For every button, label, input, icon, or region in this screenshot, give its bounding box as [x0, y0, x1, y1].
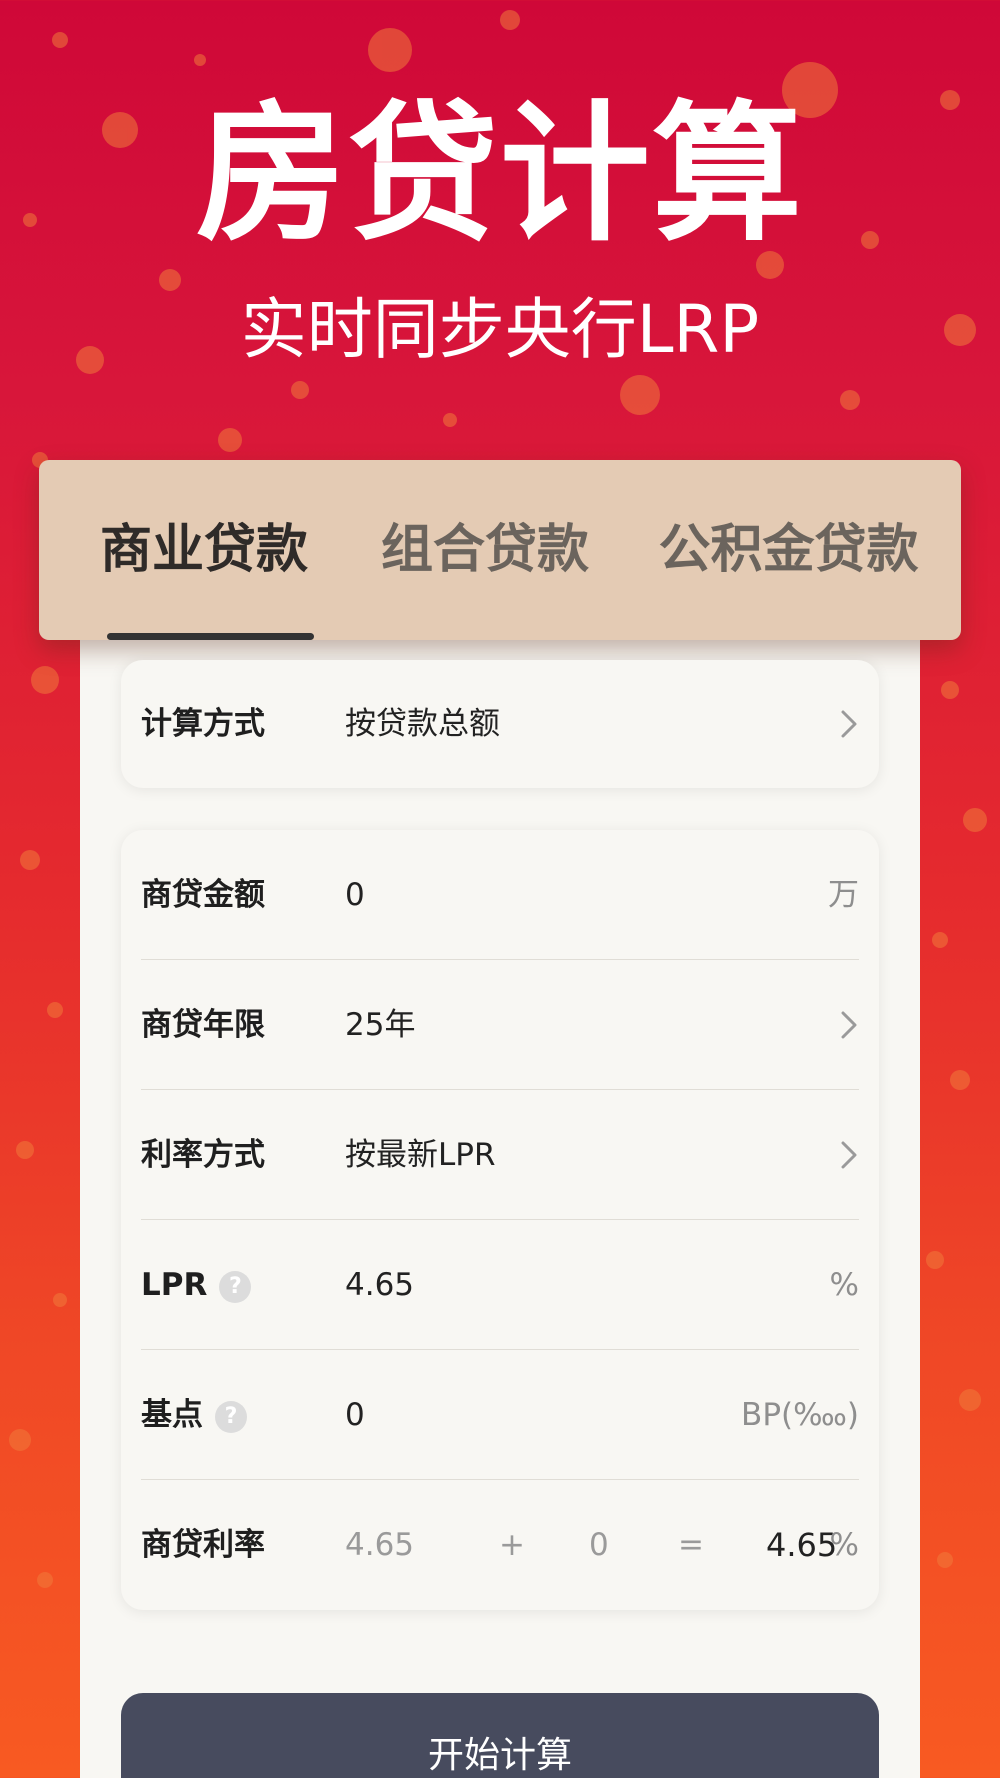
- rate-row: 商贷利率 4.65 + 0 = 4.65 %: [141, 1480, 859, 1610]
- rate-unit: %: [829, 1527, 859, 1563]
- rate-equals-sign: =: [678, 1527, 704, 1563]
- question-icon[interactable]: ?: [219, 1270, 252, 1303]
- hero-subtitle: 实时同步央行LRP: [240, 291, 760, 368]
- tab-provident-fund-loan[interactable]: 公积金贷款: [656, 460, 921, 640]
- term-value: 25年: [345, 1007, 416, 1043]
- lpr-row: LPR? 4.65 %: [141, 1220, 859, 1350]
- term-label: 商贷年限: [141, 1007, 265, 1043]
- tab-commercial-loan[interactable]: 商业贷款: [99, 460, 309, 640]
- calc-method-section: 计算方式 按贷款总额: [121, 660, 879, 788]
- rate-plus-sign: +: [499, 1527, 525, 1563]
- rate-label: 商贷利率: [141, 1527, 265, 1563]
- rate-result: 4.65: [766, 1526, 838, 1564]
- lpr-unit: %: [829, 1267, 859, 1303]
- rate-lpr-part: 4.65: [345, 1527, 415, 1563]
- rate-mode-label: 利率方式: [141, 1137, 265, 1173]
- question-icon[interactable]: ?: [215, 1400, 247, 1433]
- bp-label-wrap: 基点?: [141, 1350, 247, 1480]
- loan-type-tabbar: 商业贷款 组合贷款 公积金贷款: [39, 460, 961, 640]
- active-tab-indicator: [107, 633, 314, 640]
- amount-unit: 万: [828, 877, 859, 913]
- chevron-right-icon: [841, 1141, 857, 1169]
- loan-params-section: 商贷金额 0 万 商贷年限 25年 利率方式 按最新LPR LPR? 4.65 …: [121, 830, 879, 1610]
- tab-combined-loan[interactable]: 组合贷款: [380, 460, 590, 640]
- rate-mode-row[interactable]: 利率方式 按最新LPR: [141, 1090, 859, 1220]
- amount-label: 商贷金额: [141, 877, 265, 913]
- hero-title: 房贷计算: [195, 88, 804, 262]
- rate-mode-value: 按最新LPR: [345, 1137, 496, 1173]
- bp-unit: BP(‱): [741, 1397, 859, 1433]
- calc-method-label: 计算方式: [141, 706, 265, 742]
- rate-bp-part: 0: [589, 1527, 609, 1563]
- amount-input[interactable]: 0: [345, 830, 365, 960]
- bp-label: 基点: [141, 1397, 203, 1433]
- amount-row: 商贷金额 0 万: [141, 830, 859, 960]
- calc-method-value: 按贷款总额: [345, 706, 500, 742]
- lpr-label-wrap: LPR?: [141, 1220, 252, 1350]
- chevron-right-icon: [841, 710, 857, 738]
- lpr-label: LPR: [141, 1267, 208, 1303]
- chevron-right-icon: [841, 1011, 857, 1039]
- bp-input[interactable]: 0: [345, 1350, 365, 1480]
- calc-method-row[interactable]: 计算方式 按贷款总额: [141, 660, 859, 788]
- start-calculation-button[interactable]: 开始计算: [121, 1693, 879, 1778]
- lpr-input[interactable]: 4.65: [345, 1220, 414, 1350]
- bp-row: 基点? 0 BP(‱): [141, 1350, 859, 1480]
- term-row[interactable]: 商贷年限 25年: [141, 960, 859, 1090]
